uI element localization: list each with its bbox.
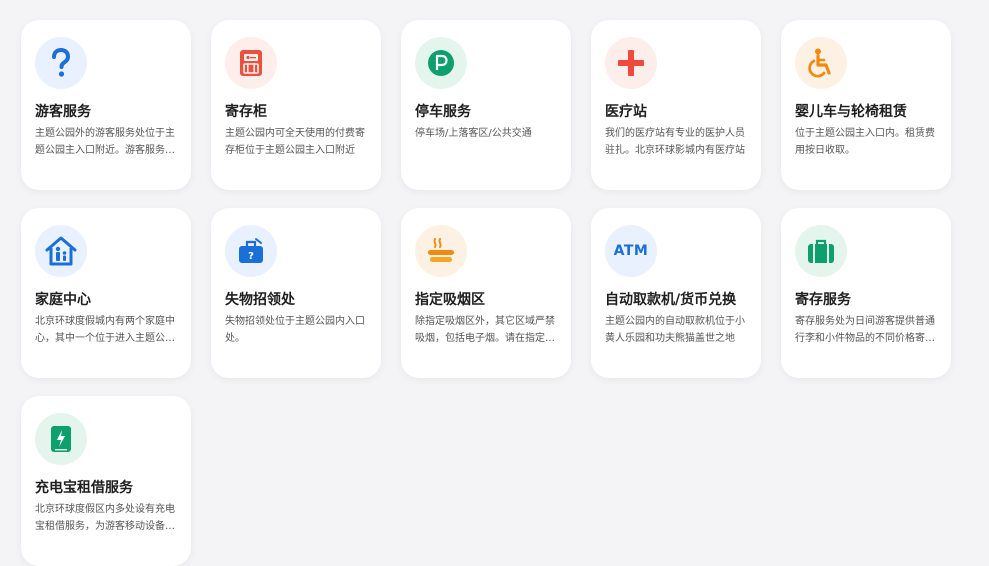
service-card-parking[interactable]: 停车服务 停车场/上落客区/公共交通 [401,20,571,190]
power-bank-icon [35,413,87,465]
family-house-icon [35,225,87,277]
card-description: 位于主题公园主入口内。租赁费用按日收取。 [795,128,935,156]
card-title: 自动取款机/货币兑换 [605,292,737,308]
card-title: 停车服务 [415,104,471,120]
card-title: 医疗站 [605,104,647,120]
card-description: 我们的医疗站有专业的医护人员驻扎。北京环球影城内有医疗站 [605,128,745,156]
card-description: 停车场/上落客区/公共交通 [415,128,532,139]
card-title: 指定吸烟区 [415,292,485,308]
service-grid: 游客服务 主题公园外的游客服务处位于主题公园主入口附近。游客服务处提供咨询服务 … [21,20,951,566]
medical-cross-icon [605,37,657,89]
card-title: 寄存服务 [795,292,851,308]
card-description: 寄存服务处为日间游客提供普通行李和小件物品的不同价格寄存服务 [795,316,935,344]
card-title: 充电宝租借服务 [35,480,133,496]
atm-label: ATM [613,243,649,259]
atm-icon: ATM [605,225,657,277]
card-description: 主题公园内的自动取款机位于小黄人乐园和功夫熊猫盖世之地 [605,316,745,344]
service-card-locker[interactable]: 寄存柜 主题公园内可全天使用的付费寄存柜位于主题公园主入口附近 [211,20,381,190]
service-card-lost-found[interactable]: ? 失物招领处 失物招领处位于主题公园内入口处。 [211,208,381,378]
parking-icon [415,37,467,89]
smoking-icon [415,225,467,277]
svg-text:?: ? [248,251,254,262]
service-card-atm[interactable]: ATM 自动取款机/货币兑换 主题公园内的自动取款机位于小黄人乐园和功夫熊猫盖世… [591,208,761,378]
card-description: 除指定吸烟区外，其它区域严禁吸烟，包括电子烟。请在指定区域吸烟 [415,316,555,344]
card-title: 寄存柜 [225,104,267,120]
card-description: 北京环球度假城内有两个家庭中心，其中一个位于进入主题公园后 [35,316,175,344]
card-title: 失物招领处 [225,292,295,308]
luggage-icon [795,225,847,277]
card-title: 婴儿车与轮椅租赁 [795,104,907,120]
lost-found-icon: ? [225,225,277,277]
card-description: 主题公园内可全天使用的付费寄存柜位于主题公园主入口附近 [225,128,365,156]
question-icon [35,37,87,89]
locker-icon [225,37,277,89]
wheelchair-icon [795,37,847,89]
card-title: 游客服务 [35,104,91,120]
card-title: 家庭中心 [35,292,91,308]
card-description: 北京环球度假区内多处设有充电宝租借服务，为游客移动设备提供电力 [35,504,175,532]
service-card-visitor[interactable]: 游客服务 主题公园外的游客服务处位于主题公园主入口附近。游客服务处提供咨询服务 [21,20,191,190]
service-card-stroller-wheelchair[interactable]: 婴儿车与轮椅租赁 位于主题公园主入口内。租赁费用按日收取。 [781,20,951,190]
card-description: 主题公园外的游客服务处位于主题公园主入口附近。游客服务处提供咨询服务 [35,128,175,156]
card-description: 失物招领处位于主题公园内入口处。 [225,316,365,344]
service-card-medical[interactable]: 医疗站 我们的医疗站有专业的医护人员驻扎。北京环球影城内有医疗站 [591,20,761,190]
service-card-smoking-area[interactable]: 指定吸烟区 除指定吸烟区外，其它区域严禁吸烟，包括电子烟。请在指定区域吸烟 [401,208,571,378]
service-card-family-center[interactable]: 家庭中心 北京环球度假城内有两个家庭中心，其中一个位于进入主题公园后 [21,208,191,378]
service-card-luggage-storage[interactable]: 寄存服务 寄存服务处为日间游客提供普通行李和小件物品的不同价格寄存服务 [781,208,951,378]
service-card-power-bank[interactable]: 充电宝租借服务 北京环球度假区内多处设有充电宝租借服务，为游客移动设备提供电力 [21,396,191,566]
